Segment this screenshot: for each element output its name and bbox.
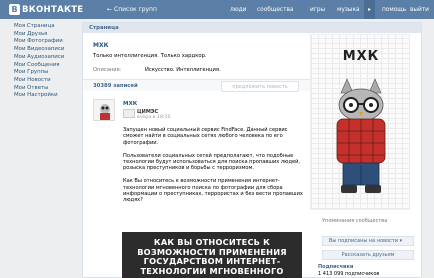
left-sidebar: Моя Страница Мои Друзья Мои Фотографии М… [14, 23, 80, 100]
nav-help-label: помощь [382, 6, 407, 13]
group-description-row: Описание: Искусство. Интеллигенция. [93, 67, 221, 73]
sidebar-item-my-page[interactable]: Моя Страница [14, 23, 80, 31]
breadcrumb: Страница [83, 23, 421, 33]
arrow-left-icon: ← [107, 6, 113, 13]
sidebar-item-photos[interactable]: Мои Фотографии [14, 38, 80, 46]
subscribers-heading[interactable]: Подписчики [318, 264, 353, 270]
owl-avatar-icon [100, 104, 110, 120]
sidebar-item-news[interactable]: Мои Новости [14, 77, 80, 85]
wall-post-count[interactable]: 30389 записей [93, 83, 138, 89]
post-author-name[interactable]: МХК [123, 101, 137, 107]
back-to-groups-label: Список групп [114, 6, 157, 13]
tell-friends-button[interactable]: Рассказать друзьям [322, 250, 414, 260]
nav-play-button[interactable]: ▸ [364, 0, 375, 19]
post-author-avatar[interactable] [93, 99, 115, 121]
group-cover-image[interactable]: МХК [310, 34, 410, 210]
post-text: Запущен новый социальный сервис FindFace… [123, 127, 307, 210]
nav-music-label: музыка [337, 6, 360, 13]
description-value: Искусство. Интеллигенция. [145, 67, 221, 73]
nav-help[interactable]: помощь [382, 0, 406, 19]
group-title: МХК [93, 42, 109, 49]
nav-logout[interactable]: выйти [410, 0, 429, 19]
repost-source-logo[interactable] [123, 109, 135, 118]
post-paragraph: Пользователи социальных сетей предполага… [123, 152, 301, 172]
nav-games[interactable]: игры [310, 0, 325, 19]
sidebar-item-messages[interactable]: Мои Сообщения [14, 62, 80, 70]
back-to-groups-link[interactable]: ← Список групп [107, 6, 157, 13]
cover-logo-text: МХК [342, 49, 380, 64]
description-label: Описание: [93, 67, 122, 73]
subscribers-count: 1 413 099 подписчиков [318, 271, 380, 277]
subscribed-dropdown-button[interactable]: Вы подписаны на новости ▾ [322, 236, 414, 246]
nav-music[interactable]: музыка [337, 0, 360, 19]
sidebar-item-friends[interactable]: Мои Друзья [14, 31, 80, 39]
nav-games-label: игры [310, 6, 326, 13]
play-icon: ▸ [367, 6, 371, 13]
subscribed-label: Вы подписаны на новости [329, 238, 399, 244]
group-status: Только интеллигенция. Только хардкор. [93, 53, 207, 59]
post-date[interactable]: вчера в 18:10 [137, 115, 171, 120]
nav-logout-label: выйти [410, 6, 429, 13]
nav-people-label: люди [230, 6, 247, 13]
chevron-down-icon: ▾ [399, 238, 403, 244]
vk-logo[interactable]: B ВКОНТАКТЕ [9, 4, 83, 15]
vk-logo-icon: B [9, 4, 20, 15]
top-header: B ВКОНТАКТЕ ← Список групп люди сообщест… [0, 0, 434, 19]
vk-logo-text: ВКОНТАКТЕ [22, 4, 84, 15]
nav-communities[interactable]: сообщества [257, 0, 293, 19]
sidebar-item-videos[interactable]: Мои Видеозаписи [14, 46, 80, 54]
nav-people[interactable]: люди [230, 0, 246, 19]
owl-illustration-icon [336, 78, 386, 193]
sidebar-item-groups[interactable]: Мои Группы [14, 69, 80, 77]
nav-communities-label: сообщества [257, 6, 294, 13]
group-mentions-link[interactable]: Упоминания сообщества [322, 218, 387, 224]
suggest-news-button[interactable]: предложить новость [221, 81, 299, 92]
post-image[interactable]: КАК ВЫ ОТНОСИТЕСЬ К ВОЗМОЖНОСТИ ПРИМЕНЕН… [122, 232, 302, 278]
sidebar-item-settings[interactable]: Мои Настройки [14, 92, 80, 100]
post-paragraph: Запущен новый социальный сервис FindFace… [123, 127, 288, 146]
sidebar-item-audio[interactable]: Мои Аудиозаписи [14, 54, 80, 62]
post-paragraph: Как Вы относитесь к возможности применен… [123, 178, 303, 204]
